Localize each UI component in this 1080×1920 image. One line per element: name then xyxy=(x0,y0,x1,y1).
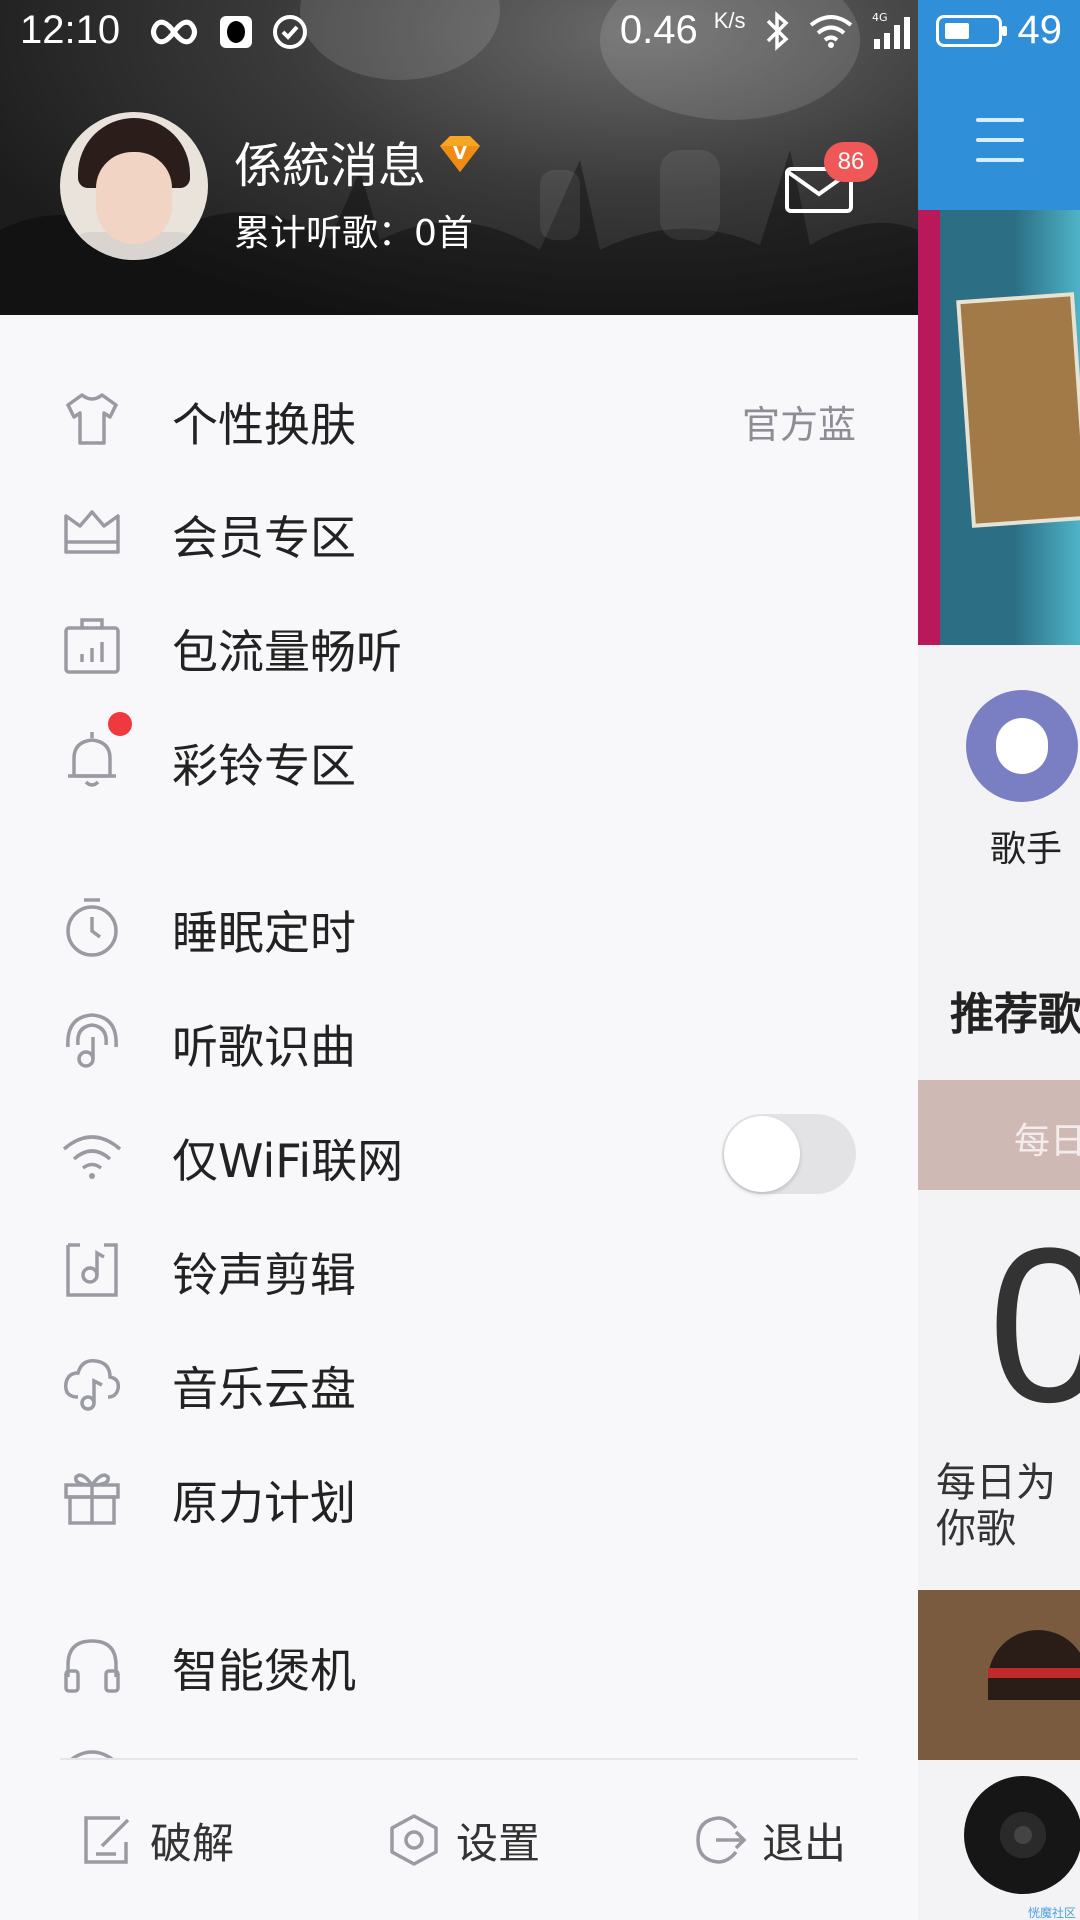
vip-badge-icon[interactable]: V xyxy=(436,132,484,176)
menu-label-force-plan: 原力计划 xyxy=(172,1476,356,1530)
crown-icon xyxy=(64,510,120,554)
singer-category-icon[interactable] xyxy=(966,690,1078,802)
status-time: 12:10 xyxy=(20,8,121,52)
menu-label-ringtone-cut: 铃声剪辑 xyxy=(172,1248,356,1302)
daily-recommend-bar[interactable]: 每日 xyxy=(918,1080,1080,1190)
gift-icon xyxy=(64,1473,120,1525)
daily-caption: 每日为你歌 xyxy=(936,1460,1056,1552)
qq-icon xyxy=(220,16,252,48)
message-count-badge: 86 xyxy=(824,142,878,182)
bluetooth-icon xyxy=(766,10,789,51)
logout-button[interactable]: 退出 xyxy=(692,1800,846,1880)
network-type: 4G xyxy=(872,11,888,24)
wifi-signal-icon xyxy=(809,14,852,48)
cellular-signal-icon: 4G xyxy=(872,11,910,49)
cloud-music-icon xyxy=(64,1359,121,1411)
daily-date-number: 0 xyxy=(988,1202,1080,1448)
menu-item-song-recognition[interactable]: 听歌识曲 xyxy=(0,984,918,1094)
menu-label-data-package: 包流量畅听 xyxy=(172,625,402,679)
current-skin-value: 官方蓝 xyxy=(741,403,856,447)
playlist-cover[interactable] xyxy=(918,1590,1080,1760)
battery-percent: 49 xyxy=(1017,8,1063,52)
menu-item-cloud-disk[interactable]: 音乐云盘 xyxy=(0,1326,918,1436)
new-notification-dot xyxy=(108,712,132,736)
menu-label-song-recognition: 听歌识曲 xyxy=(172,1020,356,1074)
logout-icon xyxy=(696,1816,747,1864)
menu-item-data-package[interactable]: 包流量畅听 xyxy=(0,589,918,699)
menu-label-vip: 会员专区 xyxy=(172,511,356,565)
ringtone-cut-icon xyxy=(66,1243,118,1297)
settings-hexagon-icon xyxy=(390,1814,438,1866)
wifi-icon xyxy=(62,1135,122,1179)
settings-label: 设置 xyxy=(456,1818,541,1868)
daily-recommend-label: 每日 xyxy=(1014,1121,1080,1162)
menu-item-ringback[interactable]: 彩铃专区 xyxy=(0,703,918,813)
menu-item-vip[interactable]: 会员专区 xyxy=(0,475,918,585)
infinity-icon xyxy=(151,19,197,45)
singer-category-label: 歌手 xyxy=(990,829,1063,870)
bell-icon xyxy=(68,732,116,787)
wifi-only-toggle[interactable] xyxy=(722,1114,856,1194)
status-bar: 12:10 0.46 K/s 4G 49 xyxy=(0,0,1080,66)
menu-item-smart-burn-in[interactable]: 智能煲机 xyxy=(0,1608,918,1718)
recognize-music-icon xyxy=(66,1013,118,1068)
navigation-drawer: 係統消息 V 累计听歌：0首 86 个性换肤 官方蓝 会员专区 包流量畅听 彩铃… xyxy=(0,0,918,1920)
settings-button[interactable]: 设置 xyxy=(386,1800,540,1880)
background-banner[interactable] xyxy=(918,210,1080,645)
background-app: 歌手 推荐歌 每日 0 每日为你歌 恍魔社区 xyxy=(918,0,1080,1920)
menu-item-sleep-timer[interactable]: 睡眠定时 xyxy=(0,870,918,980)
menu-label-skin: 个性换肤 xyxy=(172,398,356,452)
data-bag-icon xyxy=(64,618,120,674)
user-avatar[interactable] xyxy=(60,112,208,260)
logout-label: 退出 xyxy=(762,1818,847,1868)
menu-label-wifi-only: 仅WiFi联网 xyxy=(172,1134,404,1188)
network-speed: 0.46 xyxy=(619,8,698,52)
watermark-text: 恍魔社区 xyxy=(1028,1906,1077,1920)
user-name[interactable]: 係統消息 xyxy=(234,126,426,196)
headphones-icon xyxy=(64,1639,120,1693)
hamburger-menu-icon[interactable] xyxy=(976,118,1024,166)
now-playing-disc-icon[interactable] xyxy=(964,1776,1080,1894)
drawer-footer: 破解 设置 退出 xyxy=(0,1760,918,1920)
notification-icons xyxy=(148,14,308,50)
menu-label-ringback: 彩铃专区 xyxy=(172,739,356,793)
menu-label-cloud-disk: 音乐云盘 xyxy=(172,1362,356,1416)
svg-text:V: V xyxy=(453,143,467,164)
menu-item-force-plan[interactable]: 原力计划 xyxy=(0,1440,918,1550)
listen-count: 累计听歌：0首 xyxy=(234,213,473,254)
crack-label: 破解 xyxy=(150,1818,235,1868)
network-speed-unit: K/s xyxy=(713,7,746,33)
timer-icon xyxy=(66,898,118,957)
edit-icon xyxy=(84,1816,130,1864)
menu-label-sleep-timer: 睡眠定时 xyxy=(172,906,356,960)
menu-item-ringtone-cut[interactable]: 铃声剪辑 xyxy=(0,1212,918,1322)
tshirt-icon xyxy=(66,393,118,445)
crack-button[interactable]: 破解 xyxy=(80,1800,234,1880)
check-circle-icon xyxy=(273,15,307,49)
recommend-section-title: 推荐歌 xyxy=(950,989,1080,1040)
menu-label-smart-burn-in: 智能煲机 xyxy=(172,1644,356,1698)
menu-item-skin[interactable]: 个性换肤 官方蓝 xyxy=(0,362,918,472)
battery-icon xyxy=(935,14,1007,47)
status-right: 0.46 K/s 4G 49 xyxy=(620,8,1062,53)
